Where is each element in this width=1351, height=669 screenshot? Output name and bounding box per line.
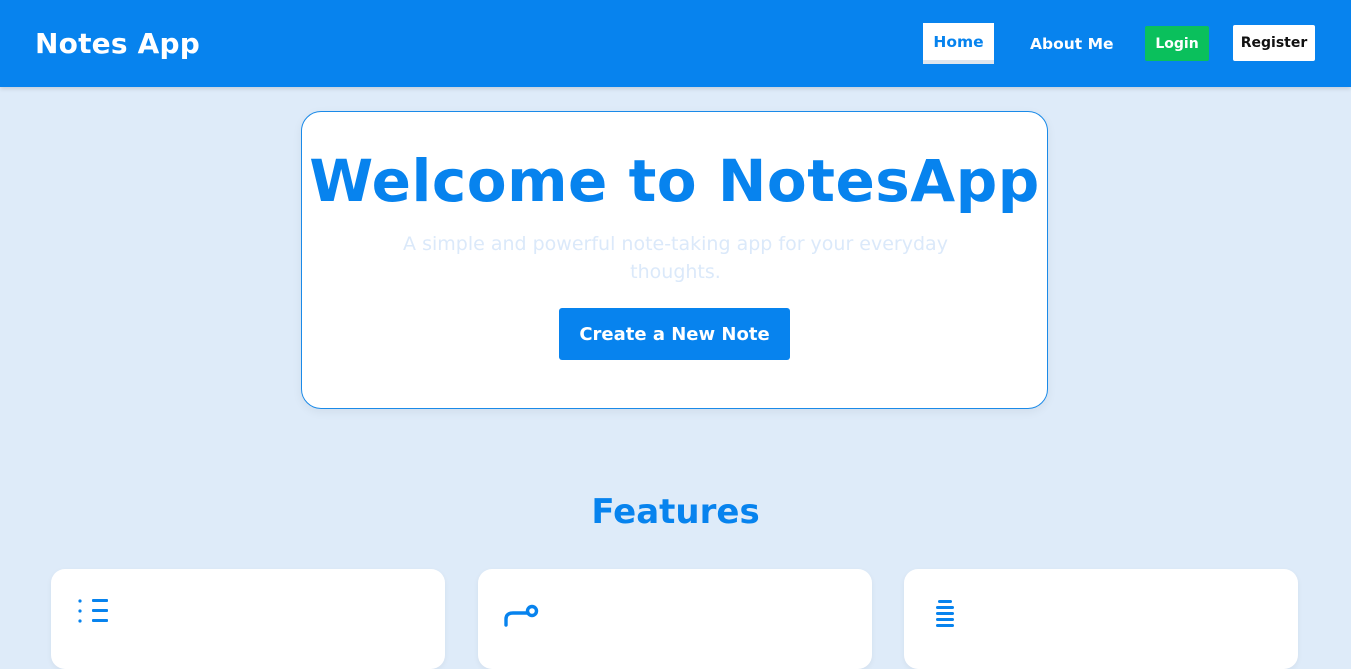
brand-logo[interactable]: Notes App xyxy=(35,26,200,62)
hero-card: Welcome to NotesApp A simple and powerfu… xyxy=(301,111,1048,409)
nav-home-link[interactable]: Home xyxy=(923,23,994,64)
hero-subtitle: A simple and powerful note-taking app fo… xyxy=(403,233,948,283)
navbar: Notes App Home About Me Login Register xyxy=(0,0,1351,87)
feature-card xyxy=(904,569,1298,669)
feature-card xyxy=(51,569,445,669)
feature-card xyxy=(478,569,872,669)
hero-title: Welcome to NotesApp xyxy=(309,147,1040,215)
nav-about-link[interactable]: About Me xyxy=(1030,32,1114,56)
register-button[interactable]: Register xyxy=(1233,25,1315,61)
link-icon xyxy=(504,604,539,627)
create-note-button[interactable]: Create a New Note xyxy=(559,308,790,360)
features-title: Features xyxy=(591,492,760,532)
login-button[interactable]: Login xyxy=(1145,26,1209,61)
list-icon xyxy=(78,599,108,623)
stack-icon xyxy=(936,600,954,627)
